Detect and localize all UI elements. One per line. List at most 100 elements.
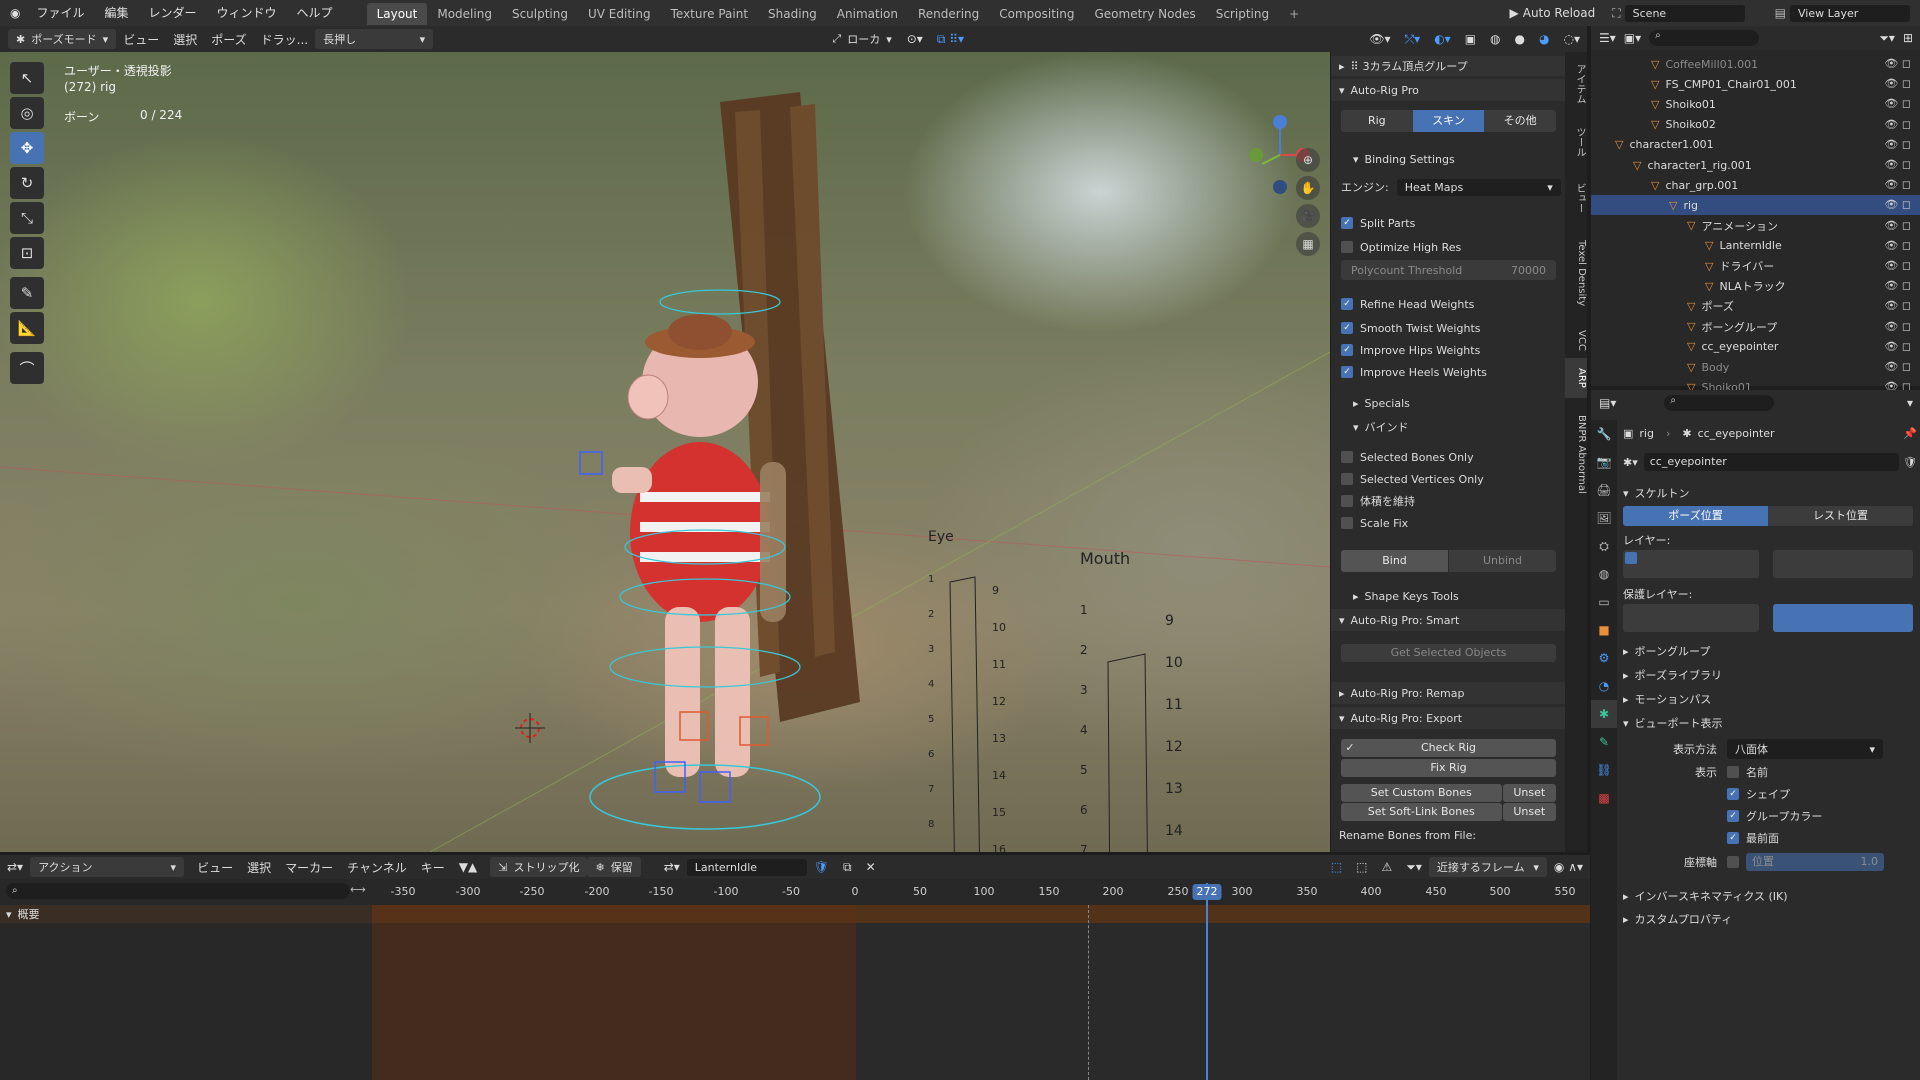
view-layer-selector[interactable]: View Layer [1790,4,1910,22]
action-name-field[interactable]: LanternIdle [686,858,807,876]
visibility-eye-icon[interactable]: 👁 ◻ [1884,219,1911,232]
tab-texel-density[interactable]: Texel Density [1565,230,1587,316]
arp-smart-header[interactable]: ▾ Auto-Rig Pro: Smart [1331,609,1566,631]
pin-icon[interactable]: 📌 [1903,427,1917,440]
set-softlink-bones-button[interactable]: Set Soft-Link Bones [1341,803,1502,821]
outliner-item[interactable]: ▽ Shoiko02 👁 ◻ [1591,115,1920,135]
tab-arp[interactable]: ARP [1565,358,1587,398]
outliner-item[interactable]: ▽ FS_CMP01_Chair01_001 👁 ◻ [1591,74,1920,94]
axes-position-slider[interactable]: 位置 1.0 [1746,853,1884,871]
xray-icon[interactable]: ▣ [1458,32,1483,46]
keyframe-area[interactable] [372,883,1590,1080]
tab-bnpr-abnormal[interactable]: BNPR Abnormal [1565,406,1587,502]
menu-pose[interactable]: ポーズ [204,31,253,48]
selected-vertices-only-checkbox[interactable]: Selected Vertices Only [1331,470,1566,488]
outliner-item[interactable]: ▽ ボーングループ 👁 ◻ [1591,317,1920,337]
summary-channel[interactable]: ▾ 概要 [0,905,372,923]
visibility-icon[interactable]: 👁▾ [1362,32,1397,46]
menu-marker[interactable]: マーカー [278,859,340,876]
visibility-eye-icon[interactable]: 👁 ◻ [1884,360,1911,373]
display-mode-icon[interactable]: ☰▾ [1599,31,1616,45]
new-action-icon[interactable]: ⧉ [836,860,859,875]
outliner-item[interactable]: ▽ LanternIdle 👁 ◻ [1591,236,1920,256]
outliner-item[interactable]: ▽ rig 👁 ◻ [1591,195,1920,216]
display-as-dropdown[interactable]: 八面体 ▾ [1727,739,1883,759]
output-tab-icon[interactable]: 🖨 [1591,476,1617,504]
perspective-button[interactable]: ▦ [1296,232,1320,256]
menu-file[interactable]: ファイル [26,0,94,26]
camera-button[interactable]: 🎥 [1296,204,1320,228]
custom-properties-header[interactable]: ▸ カスタムプロパティ [1623,910,1917,928]
in-front-checkbox[interactable]: ✓ 最前面 [1623,829,1917,847]
smooth-twist-checkbox[interactable]: ✓ Smooth Twist Weights [1331,319,1566,337]
visibility-eye-icon[interactable]: 👁 ◻ [1884,279,1911,292]
properties-search-input[interactable]: ⌕ [1664,395,1775,411]
cursor-tool-icon[interactable]: ◎ [10,97,44,129]
tab-sculpting[interactable]: Sculpting [502,3,578,25]
outliner-item[interactable]: ▽ Body 👁 ◻ [1591,357,1920,377]
render-tab-icon[interactable]: 📷 [1591,448,1617,476]
snap-dropdown[interactable]: 近接するフレーム ▾ [1428,857,1547,877]
scene-icon[interactable]: ⛶ [1612,6,1620,21]
shading-material-icon[interactable]: ◕ [1532,32,1556,46]
view-layer-tab-icon[interactable]: 🖼 [1591,504,1617,532]
pose-tool-icon[interactable]: ⌒ [10,352,44,384]
modifier-tab-icon[interactable]: ⚙ [1591,644,1617,672]
menu-select[interactable]: 選択 [166,31,204,48]
zoom-button[interactable]: ⊕ [1296,148,1320,172]
bone-groups-header[interactable]: ▸ ボーングループ [1623,642,1917,660]
visibility-eye-icon[interactable]: 👁 ◻ [1884,299,1911,312]
menu-edit[interactable]: 編集 [95,0,139,26]
tab-vcc[interactable]: VCC [1565,322,1587,358]
refine-head-checkbox[interactable]: ✓ Refine Head Weights [1331,295,1566,313]
orientation-dropdown[interactable]: ⤢ ローカ ▾ [824,29,899,49]
tab-shading[interactable]: Shading [758,3,827,25]
bind-section-header[interactable]: ▾ バインド [1331,418,1566,436]
armature-icon[interactable]: ✱▾ [1623,456,1638,469]
visibility-eye-icon[interactable]: 👁 ◻ [1884,239,1911,252]
tab-tool[interactable]: ツール [1565,122,1587,162]
pivot-icon[interactable]: ⊙▾ [900,32,930,46]
visibility-eye-icon[interactable]: 👁 ◻ [1884,77,1911,90]
view-layer-icon[interactable]: ▤ [1775,6,1786,20]
visibility-eye-icon[interactable]: 👁 ◻ [1884,178,1911,191]
tab-rendering[interactable]: Rendering [908,3,989,25]
bone-tab-icon[interactable]: ✎ [1591,728,1617,756]
fake-user-icon[interactable]: 🛡 [807,860,836,874]
fake-user-icon[interactable]: 🛡 [1903,456,1917,469]
bone-constraint-tab-icon[interactable]: ⛓ [1591,756,1617,784]
engine-dropdown[interactable]: Heat Maps ▾ [1396,178,1561,196]
layer-prev-icon[interactable]: ▼▲ [452,860,484,874]
visibility-eye-icon[interactable]: 👁 ◻ [1884,259,1911,272]
mode-selector[interactable]: ✱ ポーズモード ▾ [8,29,117,49]
tab-misc[interactable]: その他 [1484,110,1557,132]
menu-view[interactable]: ビュー [116,31,166,48]
visibility-eye-icon[interactable]: 👁 ◻ [1884,158,1911,171]
menu-view[interactable]: ビュー [190,859,240,876]
annotate-tool-icon[interactable]: ✎ [10,277,44,309]
motion-paths-header[interactable]: ▸ モーションパス [1623,690,1917,708]
scene-selector[interactable]: Scene [1624,4,1745,22]
tab-texture-paint[interactable]: Texture Paint [661,3,758,25]
visibility-eye-icon[interactable]: 👁 ◻ [1884,198,1911,211]
tab-skin[interactable]: スキン [1412,110,1485,132]
filter-icon[interactable]: ⏷▾ [1399,860,1429,875]
move-tool-icon[interactable]: ✥ [10,132,44,164]
scene-tab-icon[interactable]: ⛭ [1591,532,1617,560]
outliner-search-input[interactable]: ⌕ [1649,30,1760,46]
tab-modeling[interactable]: Modeling [427,3,502,25]
playhead[interactable] [1206,883,1208,1080]
optimize-high-res-checkbox[interactable]: Optimize High Res [1331,238,1566,256]
channel-search-input[interactable]: ⌕ [6,883,350,899]
outliner-item[interactable]: ▽ NLAトラック 👁 ◻ [1591,276,1920,296]
auto-rig-pro-header[interactable]: ▾ Auto-Rig Pro [1331,79,1566,101]
range-swap-icon[interactable]: ⟷ [350,883,370,899]
unbind-button[interactable]: Unbind [1449,550,1556,572]
tab-scripting[interactable]: Scripting [1206,3,1279,25]
visibility-eye-icon[interactable]: 👁 ◻ [1884,320,1911,333]
collection-tab-icon[interactable]: ▭ [1591,588,1617,616]
tab-compositing[interactable]: Compositing [989,3,1084,25]
texture-tab-icon[interactable]: ▩ [1591,784,1617,812]
object-tab-icon[interactable]: ■ [1591,616,1617,644]
pan-button[interactable]: ✋ [1296,176,1320,200]
